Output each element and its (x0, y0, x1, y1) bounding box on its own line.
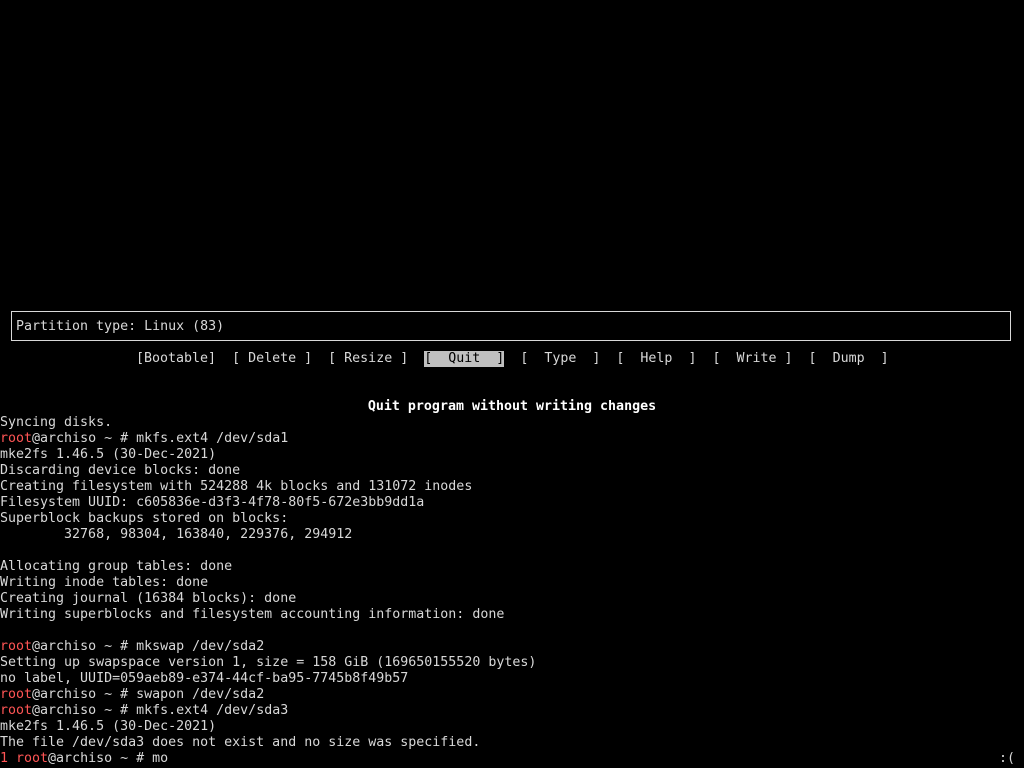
terminal-line: mke2fs 1.46.5 (30-Dec-2021) (0, 719, 217, 734)
prompt-host: @archiso ~ # (32, 639, 137, 654)
terminal-line: Writing inode tables: done (0, 575, 209, 590)
command-text: mkfs.ext4 /dev/sda1 (136, 431, 289, 446)
terminal-line: 32768, 98304, 163840, 229376, 294912 (0, 527, 353, 542)
prompt-host: @archiso ~ # (32, 703, 137, 718)
prompt-user: root (16, 751, 49, 766)
terminal-line: The file /dev/sda3 does not exist and no… (0, 735, 481, 750)
prompt-user: root (0, 431, 33, 446)
prompt-user: root (0, 687, 33, 702)
terminal-line: Creating filesystem with 524288 4k block… (0, 479, 473, 494)
prompt-host: @archiso ~ # (48, 751, 153, 766)
command-text: swapon /dev/sda2 (136, 687, 265, 702)
terminal-line: Superblock backups stored on blocks: (0, 511, 289, 526)
current-input[interactable]: mo (152, 751, 168, 766)
terminal-prompt-line: root@archiso ~ # mkfs.ext4 /dev/sda3 (0, 703, 288, 719)
partition-info-box: Partition type: Linux (83) (11, 311, 1011, 341)
exit-status-indicator: :( (998, 751, 1015, 766)
terminal-line: Setting up swapspace version 1, size = 1… (0, 655, 537, 670)
help-button[interactable]: [ Help ] (616, 351, 696, 367)
terminal-prompt-line: root@archiso ~ # mkswap /dev/sda2 (0, 639, 264, 655)
last-exit-status: 1 (0, 751, 17, 766)
terminal-line: Discarding device blocks: done (0, 463, 241, 478)
resize-button[interactable]: [ Resize ] (328, 351, 408, 367)
menu-description: Quit program without writing changes (367, 399, 657, 414)
cfdisk-menu-bar: [Bootable] [ Delete ] [ Resize ] [ Quit … (136, 351, 889, 367)
terminal-prompt-line: root@archiso ~ # mkfs.ext4 /dev/sda1 (0, 431, 288, 447)
terminal-input-line[interactable]: 1 root@archiso ~ # mo (0, 751, 176, 767)
prompt-host: @archiso ~ # (32, 431, 137, 446)
bootable-button[interactable]: [Bootable] (136, 351, 216, 367)
terminal-line: mke2fs 1.46.5 (30-Dec-2021) (0, 447, 217, 462)
quit-button[interactable]: [ Quit ] (424, 351, 505, 367)
terminal-prompt-line: root@archiso ~ # swapon /dev/sda2 (0, 687, 264, 703)
write-button[interactable]: [ Write ] (712, 351, 792, 367)
terminal-line: Creating journal (16384 blocks): done (0, 591, 297, 606)
terminal-line: Filesystem UUID: c605836e-d3f3-4f78-80f5… (0, 495, 425, 510)
terminal-line: Allocating group tables: done (0, 559, 233, 574)
delete-button[interactable]: [ Delete ] (232, 351, 312, 367)
type-button[interactable]: [ Type ] (520, 351, 600, 367)
terminal-line: Syncing disks. (0, 415, 113, 430)
prompt-host: @archiso ~ # (32, 687, 137, 702)
prompt-user: root (0, 703, 33, 718)
dump-button[interactable]: [ Dump ] (809, 351, 889, 367)
command-text: mkfs.ext4 /dev/sda3 (136, 703, 289, 718)
terminal-line: no label, UUID=059aeb89-e374-44cf-ba95-7… (0, 671, 409, 686)
prompt-user: root (0, 639, 33, 654)
partition-type-text: Partition type: Linux (83) (16, 319, 225, 334)
command-text: mkswap /dev/sda2 (136, 639, 265, 654)
terminal-line: Writing superblocks and filesystem accou… (0, 607, 505, 622)
